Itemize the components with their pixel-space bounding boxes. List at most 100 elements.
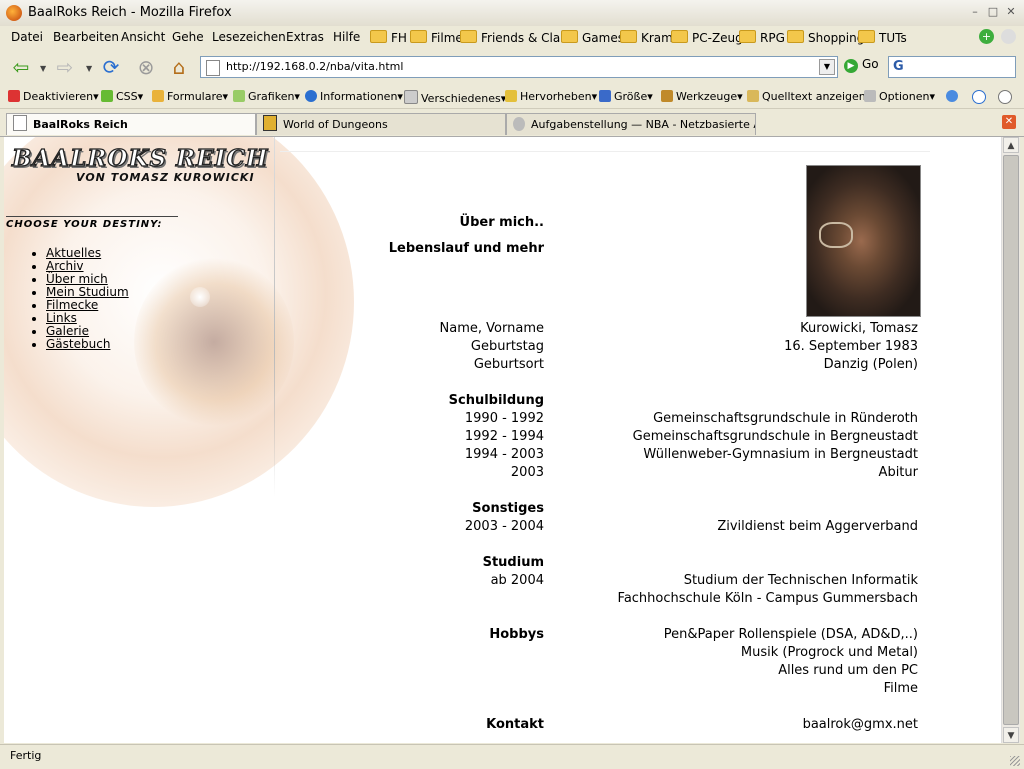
url-bar[interactable]: http://192.168.0.2/nba/vita.html ▼ [200,56,838,78]
close-tab-button[interactable]: ✕ [1002,115,1016,129]
nav-heading: CHOOSE YOUR DESTINY: [6,216,178,230]
bookmark-shopping[interactable]: Shopping [787,30,864,45]
bookmark-friends-clans[interactable]: Friends & Clans [460,30,574,45]
dev-werkzeuge[interactable]: Werkzeuge▾ [661,90,743,103]
dev-deaktivieren[interactable]: Deaktivieren▾ [8,90,99,103]
site-logo-title: BAALROKS REICH [11,144,269,172]
bookmark-rpg[interactable]: RPG [739,30,785,45]
stop-button[interactable]: ⊗ [133,54,159,80]
tab-bar: BaalRoks Reich World of Dungeons Aufgabe… [0,110,1024,137]
value-schul-1: Gemeinschaftsgrundschule in Ründeroth [653,411,918,426]
throbber-icon [1001,29,1016,44]
value-studium-2: Fachhochschule Köln - Campus Gummersbach [617,591,918,606]
dev-grafiken[interactable]: Grafiken▾ [233,90,300,103]
resize-grip[interactable] [1010,756,1020,766]
forward-button[interactable]: ⇨ [52,54,78,80]
dev-formulare[interactable]: Formulare▾ [152,90,228,103]
nav-link-links[interactable]: Links [46,311,77,325]
web-developer-toolbar: Deaktivieren▾ CSS▾ Formulare▾ Grafiken▾ … [0,86,1024,109]
value-hobby-2: Musik (Progrock und Metal) [740,645,918,660]
section-sonstiges: Sonstiges [472,501,544,516]
maximize-button[interactable]: □ [986,6,1000,18]
tab-baalroks-reich[interactable]: BaalRoks Reich [6,113,256,135]
dev-css[interactable]: CSS▾ [101,90,143,103]
value-kontakt-email: baalrok@gmx.net [802,717,918,732]
bookmark-label: RPG [760,31,785,45]
validate-icon[interactable] [946,90,961,103]
menu-datei[interactable]: Datei [11,30,43,44]
search-input[interactable]: G [888,56,1016,78]
folder-icon [561,30,578,43]
bookmark-label: TUTs [879,31,907,45]
browser-window: BaalRoks Reich - Mozilla Firefox – □ ✕ D… [0,0,1024,769]
dev-optionen[interactable]: Optionen▾ [864,90,935,103]
loading-icon [513,117,525,131]
menu-hilfe[interactable]: Hilfe [333,30,360,44]
menu-gehe[interactable]: Gehe [172,30,204,44]
dev-verschiedenes[interactable]: Verschiedenes▾ [404,90,506,105]
bookmark-pc-zeug[interactable]: PC-Zeug [671,30,743,45]
scroll-up-button[interactable]: ▲ [1003,137,1019,153]
scroll-thumb[interactable] [1003,155,1019,725]
menu-extras[interactable]: Extras [286,30,324,44]
value-schul-2: Gemeinschaftsgrundschule in Bergneustadt [632,429,918,444]
nav-link-galerie[interactable]: Galerie [46,324,89,338]
toolbar-more-icon[interactable] [998,90,1015,105]
menu-bearbeiten[interactable]: Bearbeiten [53,30,119,44]
info-circle-icon[interactable] [972,90,989,105]
glasses-shape [819,222,853,248]
tab-label: BaalRoks Reich [33,118,128,131]
nav-link-filmecke[interactable]: Filmecke [46,298,98,312]
folder-icon [671,30,688,43]
dev-label: Größe▾ [614,90,653,103]
home-button[interactable]: ⌂ [166,54,192,80]
nav-link-ueber-mich[interactable]: Über mich [46,272,108,286]
bookmark-games[interactable]: Games [561,30,624,45]
url-dropdown-icon[interactable]: ▼ [819,59,835,75]
folder-icon [620,30,637,43]
label-name: Name, Vorname [439,321,544,336]
nav-link-archiv[interactable]: Archiv [46,259,84,273]
options-icon [864,90,876,102]
status-text: Fertig [10,749,42,762]
scroll-down-button[interactable]: ▼ [1003,727,1019,743]
dev-quelltext[interactable]: Quelltext anzeigen [747,90,866,103]
dev-groesse[interactable]: Größe▾ [599,90,653,103]
close-window-button[interactable]: ✕ [1004,6,1018,18]
tab-world-of-dungeons[interactable]: World of Dungeons [256,113,506,135]
moon-crater-image [134,257,294,427]
top-rule [280,151,930,152]
resize-icon [599,90,611,102]
nav-link-mein-studium[interactable]: Mein Studium [46,285,129,299]
bookmark-tuts[interactable]: TUTs [858,30,907,45]
bookmark-filme[interactable]: Filme [410,30,463,45]
go-button[interactable]: ▶ Go [844,57,879,73]
folder-icon [410,30,427,43]
tools-icon [661,90,673,102]
forms-icon [152,90,164,102]
label-schul-2: 1992 - 1994 [464,429,544,444]
minimize-button[interactable]: – [968,6,982,18]
back-button[interactable]: ⇦ [8,54,34,80]
back-history-dropdown[interactable]: ▼ [40,64,46,73]
dev-informationen[interactable]: Informationen▾ [305,90,403,103]
wod-favicon-icon [263,115,277,131]
tab-aufgabenstellung[interactable]: Aufgabenstellung — NBA - Netzbasierte An… [506,113,756,135]
reload-button[interactable]: ⟳ [98,54,124,80]
nav-item: Gästebuch [46,338,129,351]
nav-link-gaestebuch[interactable]: Gästebuch [46,337,110,351]
menu-ansicht[interactable]: Ansicht [121,30,165,44]
url-text: http://192.168.0.2/nba/vita.html [226,60,404,73]
site-nav: Aktuelles Archiv Über mich Mein Studium … [26,247,129,351]
nav-link-aktuelles[interactable]: Aktuelles [46,246,101,260]
value-hobby-1: Pen&Paper Rollenspiele (DSA, AD&D,..) [663,627,918,642]
forward-history-dropdown[interactable]: ▼ [86,64,92,73]
css-icon [101,90,113,102]
bookmark-kram[interactable]: Kram [620,30,673,45]
tab-label: Aufgabenstellung — NBA - Netzbasierte An… [531,118,756,131]
menu-lesezeichen[interactable]: Lesezeichen [212,30,286,44]
vertical-scrollbar[interactable]: ▲ ▼ [1001,137,1020,743]
bookmark-fh[interactable]: FH [370,30,407,45]
add-icon[interactable]: + [979,29,994,44]
dev-hervorheben[interactable]: Hervorheben▾ [505,90,597,103]
